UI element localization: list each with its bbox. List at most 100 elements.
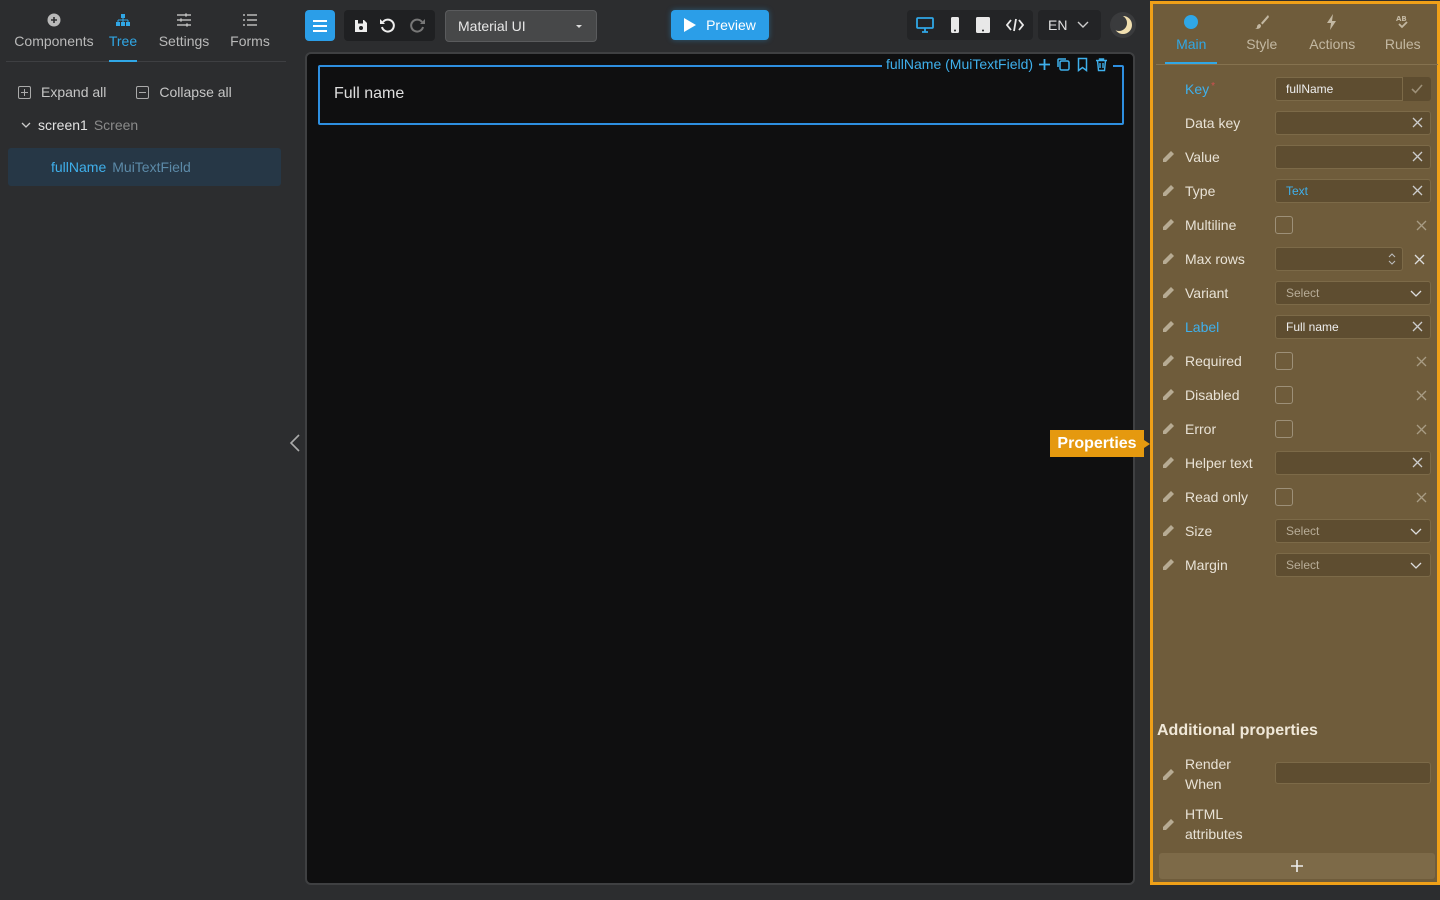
tab-tree[interactable]: Tree [109, 0, 137, 62]
required-marker: * [1211, 81, 1216, 92]
text-field-label: Full name [334, 85, 405, 102]
language-select[interactable]: EN [1038, 10, 1101, 40]
clear-icon[interactable] [1411, 184, 1424, 197]
clear-icon[interactable] [1415, 423, 1428, 436]
save-icon[interactable] [353, 18, 369, 34]
text-field-preview[interactable]: Full name [318, 65, 1124, 125]
variant-select[interactable]: Select [1275, 281, 1431, 305]
properties-tag: Properties [1050, 430, 1150, 457]
html-attrs-line1: HTML [1185, 806, 1224, 822]
prop-row-key: Key * fullName [1156, 72, 1436, 106]
disabled-checkbox[interactable] [1275, 386, 1293, 404]
chevron-down-icon [1410, 562, 1422, 569]
tab-components[interactable]: Components [6, 0, 102, 62]
chevron-left-icon[interactable] [288, 433, 304, 453]
left-tabs: Components Tree Settings Forms [6, 0, 286, 62]
size-select[interactable]: Select [1275, 519, 1431, 543]
tab-label: Actions [1309, 36, 1356, 52]
duplicate-icon[interactable] [1056, 57, 1071, 72]
label-input-value: Full name [1286, 320, 1339, 334]
moon-icon [1111, 15, 1132, 34]
pencil-icon[interactable] [1161, 150, 1175, 164]
tab-forms[interactable]: Forms [229, 0, 271, 62]
theme-toggle-button[interactable] [1110, 12, 1136, 38]
pencil-icon[interactable] [1161, 558, 1175, 572]
pencil-icon[interactable] [1161, 320, 1175, 334]
add-attribute-button[interactable] [1159, 853, 1435, 879]
type-input[interactable]: Text [1275, 179, 1431, 203]
clear-icon[interactable] [1411, 320, 1424, 333]
prop-label-key-text: Key [1185, 81, 1210, 97]
mobile-icon[interactable] [949, 17, 961, 33]
prop-label-error: Error [1185, 421, 1217, 437]
tab-settings[interactable]: Settings [158, 0, 210, 62]
pencil-icon[interactable] [1161, 422, 1175, 436]
tab-actions[interactable]: Actions [1300, 4, 1364, 64]
clear-icon[interactable] [1415, 219, 1428, 232]
library-select[interactable]: Material UI [445, 10, 597, 42]
redo-icon[interactable] [408, 17, 426, 35]
bookmark-icon[interactable] [1075, 57, 1090, 72]
collapse-all-button[interactable]: Collapse all [136, 84, 232, 100]
prop-row-html-attributes: HTML attributes [1156, 804, 1436, 846]
clear-icon[interactable] [1415, 355, 1428, 368]
clear-icon[interactable] [1415, 389, 1428, 402]
pencil-icon[interactable] [1161, 286, 1175, 300]
code-icon[interactable] [1005, 17, 1024, 33]
read-only-checkbox[interactable] [1275, 488, 1293, 506]
pencil-icon[interactable] [1161, 524, 1175, 538]
pencil-icon[interactable] [1161, 184, 1175, 198]
pencil-icon[interactable] [1161, 252, 1175, 266]
data-key-input[interactable] [1275, 111, 1431, 135]
required-checkbox[interactable] [1275, 352, 1293, 370]
pencil-icon[interactable] [1161, 388, 1175, 402]
render-when-input[interactable] [1275, 762, 1431, 784]
pencil-icon[interactable] [1161, 818, 1175, 832]
max-rows-input[interactable] [1275, 247, 1403, 271]
pencil-icon[interactable] [1161, 218, 1175, 232]
properties-tabs: Main Style Actions AB Rules [1156, 4, 1438, 65]
clear-icon[interactable] [1415, 491, 1428, 504]
clear-icon[interactable] [1411, 456, 1424, 469]
tree-node-field[interactable]: fullName MuiTextField [8, 148, 281, 186]
helper-text-input[interactable] [1275, 451, 1431, 475]
expand-icon [18, 85, 31, 99]
delete-icon[interactable] [1094, 57, 1109, 72]
multiline-checkbox[interactable] [1275, 216, 1293, 234]
pencil-icon[interactable] [1161, 456, 1175, 470]
tree-node-screen[interactable]: screen1 Screen [20, 117, 138, 133]
error-checkbox[interactable] [1275, 420, 1293, 438]
properties-panel: Main Style Actions AB Rules Key * fullNam… [1150, 1, 1440, 885]
prop-label-label: Label [1185, 319, 1220, 335]
add-icon[interactable] [1037, 57, 1052, 72]
stepper-icon[interactable] [1388, 251, 1396, 267]
pencil-icon[interactable] [1161, 354, 1175, 368]
value-input[interactable] [1275, 145, 1431, 169]
prop-row-margin: Margin Select [1156, 548, 1436, 582]
menu-button[interactable] [305, 10, 335, 41]
tab-rules[interactable]: AB Rules [1371, 4, 1435, 64]
expand-all-button[interactable]: Expand all [18, 84, 106, 100]
clear-icon[interactable] [1413, 253, 1426, 266]
tab-style[interactable]: Style [1230, 4, 1294, 64]
tab-main[interactable]: Main [1159, 4, 1223, 64]
pencil-icon[interactable] [1161, 490, 1175, 504]
menu-icon [313, 19, 327, 32]
desktop-icon[interactable] [916, 17, 935, 33]
clear-icon[interactable] [1411, 116, 1424, 129]
key-confirm-button[interactable] [1403, 77, 1431, 101]
design-canvas[interactable]: Full name fullName (MuiTextField) [305, 52, 1135, 885]
tablet-icon[interactable] [975, 17, 991, 33]
undo-icon[interactable] [379, 17, 397, 35]
screen-type: Screen [93, 117, 139, 133]
pencil-icon[interactable] [1161, 768, 1175, 782]
key-input[interactable]: fullName [1275, 77, 1403, 101]
clear-icon[interactable] [1411, 150, 1424, 163]
plus-icon [1291, 860, 1303, 872]
field-type: MuiTextField [112, 159, 191, 175]
html-attrs-line2: attributes [1185, 826, 1243, 842]
label-input[interactable]: Full name [1275, 315, 1431, 339]
margin-select[interactable]: Select [1275, 553, 1431, 577]
preview-button[interactable]: Preview [671, 10, 769, 40]
brush-icon [1254, 15, 1269, 29]
